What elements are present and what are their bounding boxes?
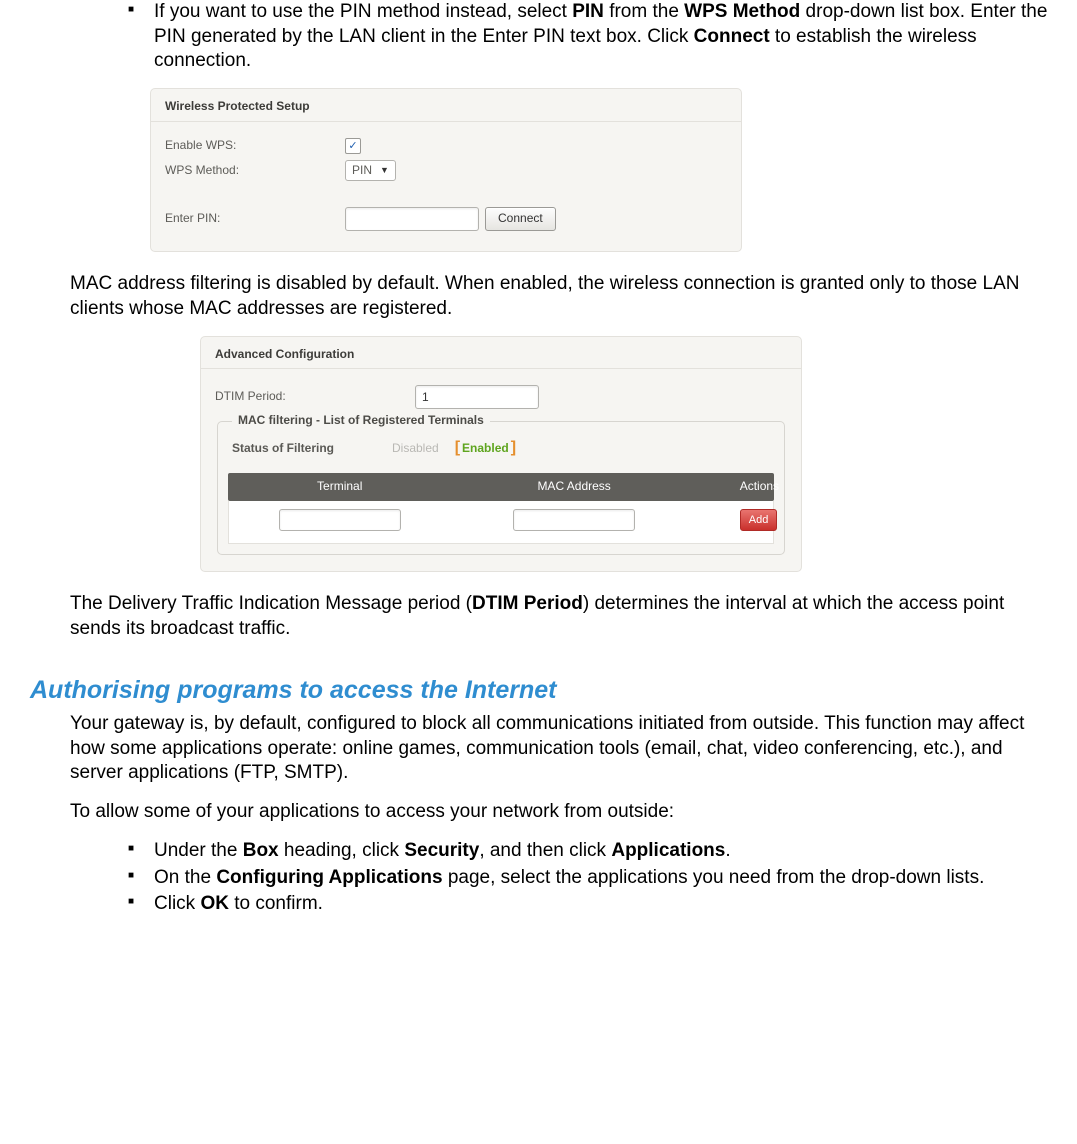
bracket-right-icon: ] xyxy=(509,438,518,459)
col-actions: Actions xyxy=(697,473,822,501)
wps-method-value: PIN xyxy=(352,163,372,179)
bold: PIN xyxy=(572,1,604,22)
bullet-security-path: Under the Box heading, click Security, a… xyxy=(128,839,1057,864)
add-button[interactable]: Add xyxy=(740,509,778,531)
mac-table-header: Terminal MAC Address Actions xyxy=(228,473,774,501)
text: If you want to use the PIN method instea… xyxy=(154,1,572,22)
bullet-pin-method: If you want to use the PIN method instea… xyxy=(128,0,1057,74)
bold: Security xyxy=(404,840,479,861)
col-terminal: Terminal xyxy=(228,473,451,501)
status-label: Status of Filtering xyxy=(232,441,392,457)
allow-paragraph: To allow some of your applications to ac… xyxy=(70,800,1057,825)
wps-method-select[interactable]: PIN ▼ xyxy=(345,160,396,182)
bullet-click-ok: Click OK to confirm. xyxy=(128,892,1057,917)
section-heading-authorising: Authorising programs to access the Inter… xyxy=(30,674,1057,707)
connect-button[interactable]: Connect xyxy=(485,207,556,231)
mac-table-row: Add xyxy=(228,501,774,545)
text: Click xyxy=(154,893,200,914)
gateway-paragraph: Your gateway is, by default, configured … xyxy=(70,712,1057,786)
wps-method-label: WPS Method: xyxy=(165,163,345,179)
status-disabled-option[interactable]: Disabled xyxy=(392,441,439,457)
col-mac: MAC Address xyxy=(451,473,696,501)
mac-filtering-paragraph: MAC address filtering is disabled by def… xyxy=(70,272,1057,321)
text: On the xyxy=(154,867,216,888)
bold: OK xyxy=(200,893,229,914)
advanced-config-panel: Advanced Configuration DTIM Period: 1 MA… xyxy=(200,336,802,573)
fieldset-legend: MAC filtering - List of Registered Termi… xyxy=(232,413,490,429)
bullet-configuring-apps: On the Configuring Applications page, se… xyxy=(128,866,1057,891)
enter-pin-input[interactable] xyxy=(345,207,479,231)
bold: Connect xyxy=(694,26,770,47)
wps-panel: Wireless Protected Setup Enable WPS: ✓ W… xyxy=(150,88,742,252)
bold: WPS Method xyxy=(684,1,800,22)
enable-wps-checkbox[interactable]: ✓ xyxy=(345,138,361,154)
mac-filtering-fieldset: MAC filtering - List of Registered Termi… xyxy=(217,421,785,555)
bold: Applications xyxy=(611,840,725,861)
text: heading, click xyxy=(279,840,405,861)
chevron-down-icon: ▼ xyxy=(380,165,389,177)
enabled-text: Enabled xyxy=(462,441,509,457)
mac-address-input[interactable] xyxy=(513,509,635,531)
bracket-left-icon: [ xyxy=(453,438,462,459)
text: The Delivery Traffic Indication Message … xyxy=(70,593,472,614)
dtim-paragraph: The Delivery Traffic Indication Message … xyxy=(70,592,1057,641)
enable-wps-label: Enable WPS: xyxy=(165,138,345,154)
text: from the xyxy=(604,1,684,22)
enter-pin-label: Enter PIN: xyxy=(165,211,345,227)
panel-title: Advanced Configuration xyxy=(201,337,801,370)
bold: Box xyxy=(243,840,279,861)
text: page, select the applications you need f… xyxy=(443,867,985,888)
panel-title: Wireless Protected Setup xyxy=(151,89,741,122)
text: Under the xyxy=(154,840,243,861)
text: . xyxy=(725,840,730,861)
text: to confirm. xyxy=(229,893,323,914)
bold: Configuring Applications xyxy=(216,867,442,888)
dtim-period-label: DTIM Period: xyxy=(215,389,415,405)
text: , and then click xyxy=(479,840,611,861)
terminal-input[interactable] xyxy=(279,509,401,531)
status-enabled-option[interactable]: [ Enabled ] xyxy=(453,438,518,459)
dtim-period-input[interactable]: 1 xyxy=(415,385,539,409)
bold: DTIM Period xyxy=(472,593,583,614)
